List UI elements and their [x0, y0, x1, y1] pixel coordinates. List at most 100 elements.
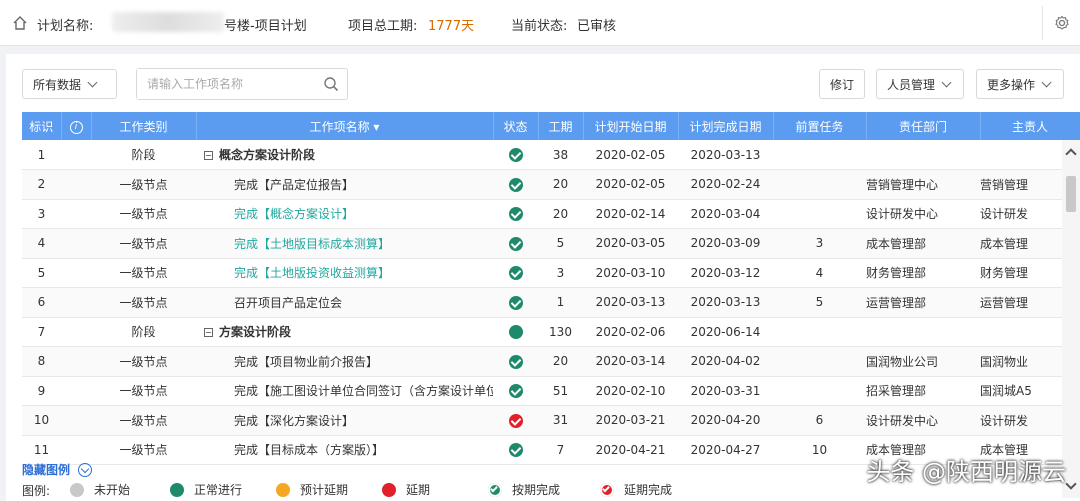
row-task-name[interactable]: 完成【土地版目标成本测算】	[196, 229, 493, 259]
row-duration: 130	[549, 324, 572, 339]
task-name-text: 召开项目产品定位会	[234, 295, 343, 310]
row-category: 一级节点	[119, 266, 168, 281]
table-row[interactable]: 1 阶段 − 概念方案设计阶段 38 2020-02-05 2020-03-13	[22, 140, 1080, 170]
legend-item-label: 按期完成	[512, 483, 561, 497]
scroll-down-icon[interactable]	[1065, 478, 1077, 490]
vertical-scrollbar[interactable]	[1062, 140, 1080, 498]
task-name-text: 完成【概念方案设计】	[234, 207, 355, 222]
row-predecessor	[773, 170, 866, 200]
row-status	[493, 288, 538, 318]
row-predecessor: 3	[815, 236, 824, 251]
row-start-date: 2020-02-05	[595, 147, 666, 162]
task-name-text: 完成【目标成本（方案版）】	[234, 443, 385, 458]
row-category: 一级节点	[119, 384, 168, 399]
table-row[interactable]: 3 一级节点 完成【概念方案设计】 20 2020-02-14 2020-03-04 设计研…	[22, 199, 1080, 229]
row-start-date: 2020-03-05	[595, 236, 666, 251]
row-duration: 20	[552, 206, 569, 221]
table-header: 标识 i 工作类别 工作项名称 ▾ 状态 工期 计划开始日期 计划完成日期 前置…	[22, 112, 1080, 140]
row-id: 7	[37, 324, 46, 339]
col-category[interactable]: 工作类别	[91, 112, 197, 140]
table-row[interactable]: 10 一级节点 完成【深化方案设计】 31 2020-03-21 2020-04-20 6 设…	[22, 405, 1080, 436]
col-info[interactable]: i	[61, 112, 92, 140]
row-end-date: 2020-03-13	[690, 147, 761, 162]
col-status[interactable]: 状态	[493, 112, 539, 140]
row-category: 一级节点	[119, 413, 168, 428]
row-start-date: 2020-02-06	[595, 324, 666, 339]
revise-button[interactable]: 修订	[819, 69, 865, 99]
check-circle-icon	[488, 482, 502, 497]
row-task-name: 完成【产品定位报告】	[196, 170, 493, 200]
data-filter-label: 所有数据	[33, 77, 82, 92]
row-department	[866, 140, 980, 170]
legend-item: 正常进行	[170, 481, 242, 498]
row-category: 一级节点	[119, 354, 168, 369]
row-duration: 38	[552, 147, 569, 162]
col-end[interactable]: 计划完成日期	[678, 112, 774, 140]
row-end-date: 2020-03-13	[690, 295, 761, 310]
row-status	[493, 170, 538, 200]
info-icon[interactable]: i	[69, 121, 83, 134]
on-time-complete-icon	[508, 443, 523, 457]
row-info	[61, 347, 91, 377]
top-bar: 计划名称: 号楼-项目计划 项目总工期: 1777天 当前状态: 已审核	[0, 0, 1080, 46]
search-input[interactable]	[137, 69, 317, 99]
more-actions-dropdown[interactable]: 更多操作	[976, 69, 1064, 99]
task-name-text: 完成【项目物业前介报告】	[234, 354, 379, 369]
on-time-complete-icon	[508, 147, 523, 162]
col-start[interactable]: 计划开始日期	[583, 112, 679, 140]
row-task-name[interactable]: 完成【概念方案设计】	[196, 199, 493, 229]
task-name-text: 完成【施工图设计单位合同签订（含方案设计单位	[234, 384, 493, 399]
task-table: 标识 i 工作类别 工作项名称 ▾ 状态 工期 计划开始日期 计划完成日期 前置…	[22, 112, 1080, 465]
late-complete-icon	[508, 413, 523, 428]
row-predecessor	[773, 376, 866, 406]
legend-item-label: 预计延期	[300, 483, 349, 497]
legend-item-label: 未开始	[94, 483, 131, 497]
row-department: 设计研发中心	[866, 207, 939, 222]
row-task-name[interactable]: 完成【土地版投资收益测算】	[196, 258, 493, 288]
row-category: 一级节点	[119, 236, 168, 251]
task-name-text: 完成【土地版投资收益测算】	[234, 266, 391, 281]
watermark: 头条 @陕西明源云	[866, 458, 1066, 486]
col-duration[interactable]: 工期	[538, 112, 584, 140]
row-info	[61, 406, 91, 436]
table-row[interactable]: 6 一级节点 召开项目产品定位会 1 2020-03-13 2020-03-13 5 运营管理…	[22, 287, 1080, 318]
on-time-complete-icon	[508, 295, 523, 310]
legend-item: 预计延期	[276, 481, 348, 498]
col-predecessor[interactable]: 前置任务	[773, 112, 867, 140]
row-info	[61, 170, 91, 200]
row-duration: 51	[552, 383, 569, 398]
table-row[interactable]: 9 一级节点 完成【施工图设计单位合同签订（含方案设计单位 51 2020-02-10 2…	[22, 376, 1080, 406]
col-name[interactable]: 工作项名称 ▾	[196, 112, 494, 140]
table-row[interactable]: 5 一级节点 完成【土地版投资收益测算】 3 2020-03-10 2020-03-12 4…	[22, 258, 1080, 288]
home-icon[interactable]	[12, 15, 28, 31]
row-info	[61, 229, 91, 259]
row-status	[493, 258, 538, 288]
row-end-date: 2020-03-04	[690, 206, 761, 221]
row-id: 4	[37, 236, 46, 251]
legend-label: 图例:	[22, 484, 51, 498]
data-filter-dropdown[interactable]: 所有数据	[22, 69, 117, 99]
row-task-name: 完成【目标成本（方案版）】	[196, 435, 493, 465]
hide-legend-label: 隐藏图例	[22, 463, 71, 477]
collapse-icon[interactable]: −	[204, 328, 213, 338]
table-row[interactable]: 4 一级节点 完成【土地版目标成本测算】 5 2020-03-05 2020-03-09 3…	[22, 228, 1080, 259]
table-row[interactable]: 8 一级节点 完成【项目物业前介报告】 20 2020-03-14 2020-04-02 国…	[22, 346, 1080, 377]
table-row[interactable]: 2 一级节点 完成【产品定位报告】 20 2020-02-05 2020-02-24 营销管…	[22, 169, 1080, 200]
people-management-dropdown[interactable]: 人员管理	[876, 69, 964, 99]
search-icon[interactable]	[323, 76, 339, 92]
table-row[interactable]: 7 阶段 − 方案设计阶段 130 2020-02-06 2020-06-14	[22, 317, 1080, 347]
on-time-complete-icon	[508, 177, 523, 192]
scroll-thumb[interactable]	[1066, 176, 1076, 212]
row-end-date: 2020-04-27	[690, 442, 761, 457]
row-category: 一级节点	[119, 177, 168, 192]
row-end-date: 2020-03-12	[690, 265, 761, 280]
col-owner[interactable]: 主责人	[980, 112, 1080, 140]
hide-legend-toggle[interactable]: 隐藏图例	[22, 461, 93, 478]
row-duration: 5	[556, 236, 565, 251]
col-id[interactable]: 标识	[22, 112, 62, 140]
settings-button[interactable]	[1042, 6, 1080, 40]
col-department[interactable]: 责任部门	[866, 112, 981, 140]
scroll-up-icon[interactable]	[1065, 148, 1077, 160]
legend-item: 按期完成	[488, 481, 560, 498]
collapse-icon[interactable]: −	[204, 151, 213, 160]
